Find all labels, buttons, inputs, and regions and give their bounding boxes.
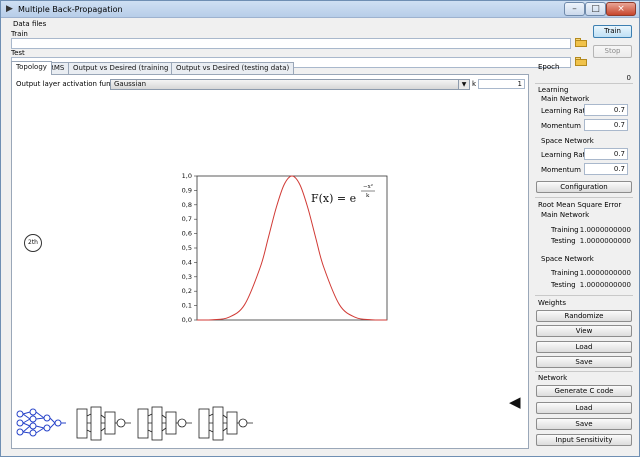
epoch-value: 0 <box>626 74 631 82</box>
train-folder-icon[interactable] <box>574 37 588 48</box>
space-momentum-input[interactable]: 0.7 <box>584 163 628 175</box>
maximize-button[interactable]: □ <box>585 2 606 16</box>
rms-space-training-value: 1.0000000000 <box>579 269 631 277</box>
train-button[interactable]: Train <box>593 25 632 38</box>
app-icon: ▶ <box>6 4 13 14</box>
app-window: ▶ Multiple Back-Propagation – □ × Data f… <box>0 0 640 457</box>
topology-thumbnail-2[interactable] <box>74 406 132 441</box>
load-weights-button[interactable]: Load <box>536 341 632 353</box>
rms-main-training-label: Training <box>551 226 579 234</box>
save-weights-button[interactable]: Save <box>536 356 632 368</box>
epoch-label: Epoch <box>538 63 560 71</box>
separator <box>535 83 633 84</box>
rms-main-training-value: 1.0000000000 <box>579 226 631 234</box>
generate-c-code-button[interactable]: Generate C code <box>536 385 632 397</box>
rms-main-network-label: Main Network <box>541 211 590 219</box>
activation-function-value: Gaussian <box>114 80 147 88</box>
main-momentum-label: Momentum <box>541 122 581 130</box>
rms-space-testing-value: 1.0000000000 <box>579 281 631 289</box>
y-tick-label: 1,0 <box>182 172 192 180</box>
view-weights-button[interactable]: View <box>536 325 632 337</box>
window-title: Multiple Back-Propagation <box>18 5 123 14</box>
test-file-label: Test <box>11 49 25 57</box>
separator <box>535 371 633 372</box>
train-file-label: Train <box>11 30 28 38</box>
formula-exponent-numerator: −x² <box>363 183 373 190</box>
topology-thumbnail-3[interactable] <box>135 406 193 441</box>
activation-chart: 0,0 0,1 0,2 0,3 0,4 0,5 0,6 0,7 0,8 0,9 1,0 F(x) =… <box>182 172 388 323</box>
rms-space-network-label: Space Network <box>541 255 594 263</box>
separator <box>535 197 633 198</box>
y-tick-label: 0,2 <box>182 287 192 295</box>
test-folder-icon[interactable] <box>574 56 588 67</box>
plot-frame <box>196 175 388 321</box>
input-sensitivity-button[interactable]: Input Sensitivity <box>536 434 632 446</box>
main-momentum-input[interactable]: 0.7 <box>584 119 628 131</box>
main-network-label: Main Network <box>541 95 590 103</box>
chevron-down-icon[interactable]: ▼ <box>458 80 469 89</box>
tab-output-vs-desired-testing[interactable]: Output vs Desired (testing data) <box>171 62 295 74</box>
y-axis: 0,0 0,1 0,2 0,3 0,4 0,5 0,6 0,7 0,8 0,9 1,0 <box>182 172 197 323</box>
formula-lhs: F(x) = e <box>311 192 356 205</box>
network-label: Network <box>538 374 568 382</box>
y-tick-label: 0,3 <box>182 273 192 281</box>
configuration-button[interactable]: Configuration <box>536 181 632 193</box>
y-tick-label: 0,6 <box>182 230 192 238</box>
main-learning-rate-label: Learning Rate <box>541 107 590 115</box>
y-tick-label: 0,4 <box>182 258 192 266</box>
topology-thumbnail-4[interactable] <box>196 406 254 441</box>
weights-label: Weights <box>538 299 567 307</box>
activation-function-select[interactable]: Gaussian ▼ <box>110 79 470 90</box>
y-tick-label: 0,9 <box>182 186 192 194</box>
y-tick-label: 0,1 <box>182 302 192 310</box>
space-network-label: Space Network <box>541 137 594 145</box>
y-tick-label: 0,7 <box>182 215 192 223</box>
minimize-button[interactable]: – <box>564 2 585 16</box>
tab-topology[interactable]: Topology <box>11 61 52 75</box>
y-tick-label: 0,5 <box>182 244 192 252</box>
y-tick-label: 0,0 <box>182 316 192 323</box>
neuron-node[interactable]: 2th <box>24 234 42 252</box>
space-learning-rate-label: Learning Rate <box>541 151 590 159</box>
learning-label: Learning <box>538 86 569 94</box>
y-tick-label: 0,8 <box>182 201 192 209</box>
k-input[interactable]: 1 <box>478 79 525 89</box>
data-files-section-label: Data files <box>13 20 47 28</box>
rms-main-testing-value: 1.0000000000 <box>579 237 631 245</box>
topology-thumbnail-1[interactable] <box>15 406 67 441</box>
k-label: k <box>472 80 477 88</box>
arrow-left-icon[interactable]: ◀ <box>509 393 521 411</box>
rms-label: Root Mean Square Error <box>538 201 622 209</box>
space-learning-rate-input[interactable]: 0.7 <box>584 148 628 160</box>
close-button[interactable]: × <box>606 2 636 16</box>
main-learning-rate-input[interactable]: 0.7 <box>584 104 628 116</box>
rms-space-testing-label: Testing <box>551 281 576 289</box>
rms-space-training-label: Training <box>551 269 579 277</box>
rms-main-testing-label: Testing <box>551 237 576 245</box>
separator <box>535 295 633 296</box>
space-momentum-label: Momentum <box>541 166 581 174</box>
randomize-button[interactable]: Randomize <box>536 310 632 322</box>
train-file-input[interactable] <box>11 38 571 49</box>
stop-button[interactable]: Stop <box>593 45 632 58</box>
title-bar: ▶ Multiple Back-Propagation – □ × <box>1 1 639 18</box>
save-network-button[interactable]: Save <box>536 418 632 430</box>
load-network-button[interactable]: Load <box>536 402 632 414</box>
